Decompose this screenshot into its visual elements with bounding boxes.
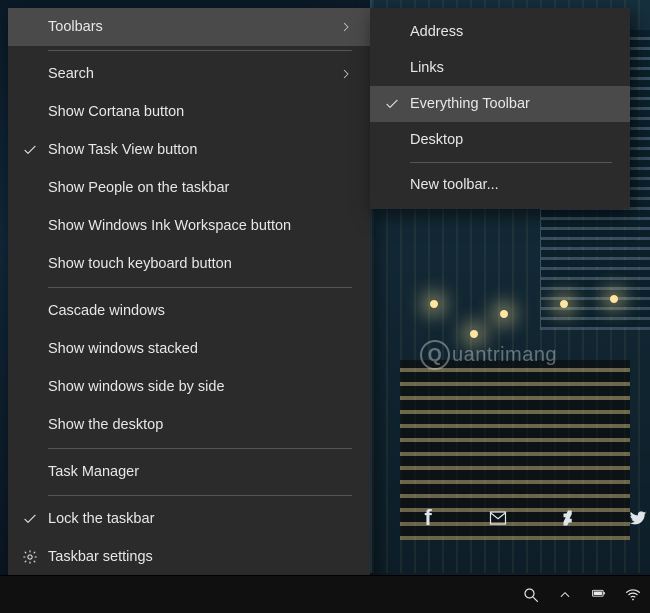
wifi-icon[interactable] bbox=[624, 586, 642, 604]
menu-item-label: Show the desktop bbox=[48, 417, 352, 433]
twitter-icon[interactable] bbox=[625, 505, 650, 531]
menu-item-show-windows-ink-workspace-button[interactable]: Show Windows Ink Workspace button bbox=[8, 207, 370, 245]
taskbar-context-menu[interactable]: Toolbars Search Show Cortana button Show Ta… bbox=[8, 8, 370, 582]
menu-separator bbox=[410, 162, 612, 163]
menu-item-show-cortana-button[interactable]: Show Cortana button bbox=[8, 93, 370, 131]
desktop-social-icons: f bbox=[415, 505, 650, 531]
deviantart-icon[interactable] bbox=[555, 505, 581, 531]
menu-item-links[interactable]: Links bbox=[370, 50, 630, 86]
chevron-right-icon bbox=[340, 68, 352, 80]
menu-item-show-task-view-button[interactable]: Show Task View button bbox=[8, 131, 370, 169]
menu-item-task-manager[interactable]: Task Manager bbox=[8, 453, 370, 491]
taskbar[interactable] bbox=[0, 575, 650, 613]
menu-item-label: Show windows stacked bbox=[48, 341, 352, 357]
check-icon bbox=[22, 142, 38, 158]
menu-item-toolbars[interactable]: Toolbars bbox=[8, 8, 370, 46]
check-icon bbox=[384, 96, 400, 112]
chevron-right-icon bbox=[340, 21, 352, 33]
menu-item-lock-the-taskbar[interactable]: Lock the taskbar bbox=[8, 500, 370, 538]
menu-item-label: Show touch keyboard button bbox=[48, 256, 352, 272]
menu-item-label: Show Task View button bbox=[48, 142, 352, 158]
menu-item-label: New toolbar... bbox=[410, 177, 499, 193]
search-icon[interactable] bbox=[522, 586, 540, 604]
menu-item-address[interactable]: Address bbox=[370, 14, 630, 50]
menu-item-label: Task Manager bbox=[48, 464, 352, 480]
menu-item-taskbar-settings[interactable]: Taskbar settings bbox=[8, 538, 370, 576]
menu-item-label: Everything Toolbar bbox=[410, 96, 530, 112]
menu-item-show-windows-side-by-side[interactable]: Show windows side by side bbox=[8, 368, 370, 406]
wallpaper-light bbox=[430, 300, 438, 308]
gear-icon bbox=[22, 549, 38, 565]
menu-item-label: Address bbox=[410, 24, 463, 40]
menu-item-label: Links bbox=[410, 60, 444, 76]
menu-item-label: Show People on the taskbar bbox=[48, 180, 352, 196]
menu-item-label: Desktop bbox=[410, 132, 463, 148]
menu-item-show-the-desktop[interactable]: Show the desktop bbox=[8, 406, 370, 444]
menu-item-desktop[interactable]: Desktop bbox=[370, 122, 630, 158]
menu-separator bbox=[48, 50, 352, 51]
menu-item-label: Show Windows Ink Workspace button bbox=[48, 218, 352, 234]
menu-separator bbox=[48, 287, 352, 288]
battery-icon[interactable] bbox=[590, 586, 608, 604]
menu-item-label: Taskbar settings bbox=[48, 549, 352, 565]
menu-item-label: Search bbox=[48, 66, 340, 82]
menu-item-everything-toolbar[interactable]: Everything Toolbar bbox=[370, 86, 630, 122]
menu-item-new-toolbar[interactable]: New toolbar... bbox=[370, 167, 630, 203]
wallpaper-light bbox=[470, 330, 478, 338]
menu-item-search[interactable]: Search bbox=[8, 55, 370, 93]
check-icon bbox=[22, 511, 38, 527]
menu-separator bbox=[48, 448, 352, 449]
gmail-icon[interactable] bbox=[485, 505, 511, 531]
watermark-text: uantrimang bbox=[452, 344, 557, 367]
menu-item-show-people-on-the-taskbar[interactable]: Show People on the taskbar bbox=[8, 169, 370, 207]
toolbars-submenu[interactable]: Address Links Everything Toolbar Desktop New… bbox=[370, 8, 630, 209]
tray-chevron-up-icon[interactable] bbox=[556, 586, 574, 604]
wallpaper-light bbox=[610, 295, 618, 303]
facebook-icon[interactable]: f bbox=[415, 505, 441, 531]
menu-item-label: Show windows side by side bbox=[48, 379, 352, 395]
watermark-q-icon: Q bbox=[420, 340, 450, 370]
menu-separator bbox=[48, 495, 352, 496]
menu-item-label: Lock the taskbar bbox=[48, 511, 352, 527]
menu-item-label: Toolbars bbox=[48, 19, 340, 35]
menu-item-label: Cascade windows bbox=[48, 303, 352, 319]
menu-item-label: Show Cortana button bbox=[48, 104, 352, 120]
wallpaper-light bbox=[500, 310, 508, 318]
wallpaper-light bbox=[560, 300, 568, 308]
menu-item-cascade-windows[interactable]: Cascade windows bbox=[8, 292, 370, 330]
menu-item-show-touch-keyboard-button[interactable]: Show touch keyboard button bbox=[8, 245, 370, 283]
menu-item-show-windows-stacked[interactable]: Show windows stacked bbox=[8, 330, 370, 368]
watermark: Q uantrimang bbox=[420, 340, 557, 370]
